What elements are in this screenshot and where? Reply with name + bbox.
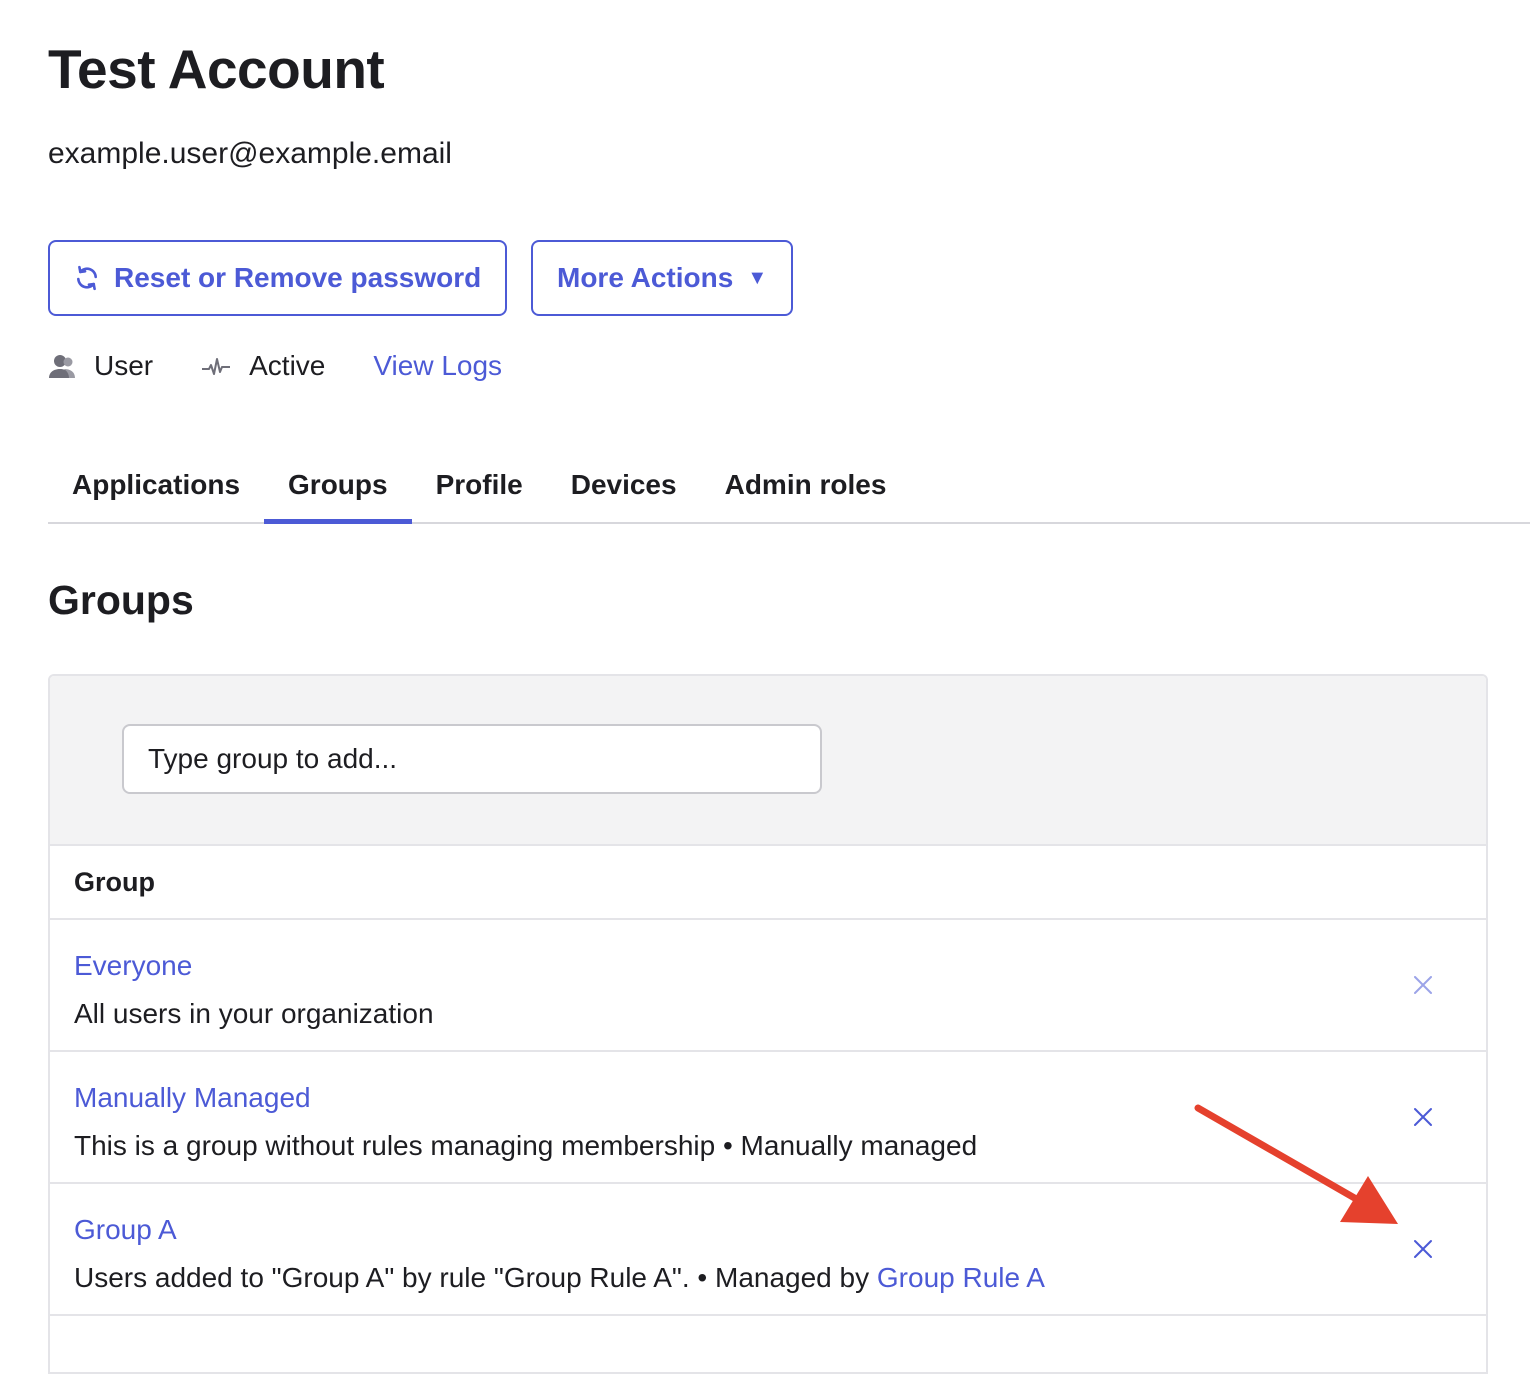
reset-password-label: Reset or Remove password: [114, 262, 482, 293]
add-group-input[interactable]: [122, 724, 822, 794]
more-actions-button[interactable]: More Actions ▼: [531, 240, 793, 316]
role-indicator: User: [48, 350, 153, 382]
reset-password-button[interactable]: Reset or Remove password: [48, 240, 507, 316]
user-meta: User Active View Logs: [48, 346, 502, 386]
remove-group-button[interactable]: [1406, 968, 1440, 1002]
refresh-icon: [74, 265, 100, 291]
table-row: Group A Users added to "Group A" by rule…: [50, 1184, 1486, 1316]
groups-toolbar: [50, 676, 1486, 846]
tab-groups[interactable]: Groups: [264, 448, 412, 524]
more-actions-label: More Actions: [557, 262, 734, 293]
user-email: example.user@example.email: [48, 137, 452, 170]
groups-panel: Group Everyone All users in your organiz…: [48, 674, 1488, 1374]
table-row: Everyone All users in your organization: [50, 920, 1486, 1052]
status-label: Active: [249, 350, 326, 381]
page-title: Test Account: [48, 38, 385, 100]
remove-group-button[interactable]: [1406, 1232, 1440, 1266]
close-icon: [1414, 1108, 1432, 1126]
status-indicator: Active: [201, 350, 325, 382]
column-header-group: Group: [74, 866, 155, 897]
group-link-everyone[interactable]: Everyone: [74, 948, 192, 984]
close-icon: [1414, 976, 1432, 994]
view-logs-link[interactable]: View Logs: [373, 350, 502, 382]
caret-down-icon: ▼: [747, 266, 768, 289]
section-title: Groups: [48, 577, 194, 623]
table-header: Group: [50, 846, 1486, 920]
group-description: This is a group without rules managing m…: [74, 1130, 978, 1161]
tab-admin-roles[interactable]: Admin roles: [701, 448, 911, 522]
group-description-text: Users added to "Group A" by rule "Group …: [74, 1262, 877, 1293]
tab-applications[interactable]: Applications: [48, 448, 264, 522]
group-link-manually-managed[interactable]: Manually Managed: [74, 1080, 311, 1116]
group-rule-link[interactable]: Group Rule A: [877, 1262, 1045, 1293]
tab-devices[interactable]: Devices: [547, 448, 701, 522]
group-description: Users added to "Group A" by rule "Group …: [74, 1260, 1045, 1296]
table-row: Manually Managed This is a group without…: [50, 1052, 1486, 1184]
user-icon: [48, 353, 76, 379]
tab-profile[interactable]: Profile: [412, 448, 547, 522]
remove-group-button[interactable]: [1406, 1100, 1440, 1134]
tab-bar: Applications Groups Profile Devices Admi…: [48, 448, 1530, 524]
group-link-group-a[interactable]: Group A: [74, 1212, 177, 1248]
role-label: User: [94, 350, 154, 381]
group-description: All users in your organization: [74, 998, 434, 1029]
close-icon: [1414, 1240, 1432, 1258]
activity-icon: [201, 355, 231, 377]
